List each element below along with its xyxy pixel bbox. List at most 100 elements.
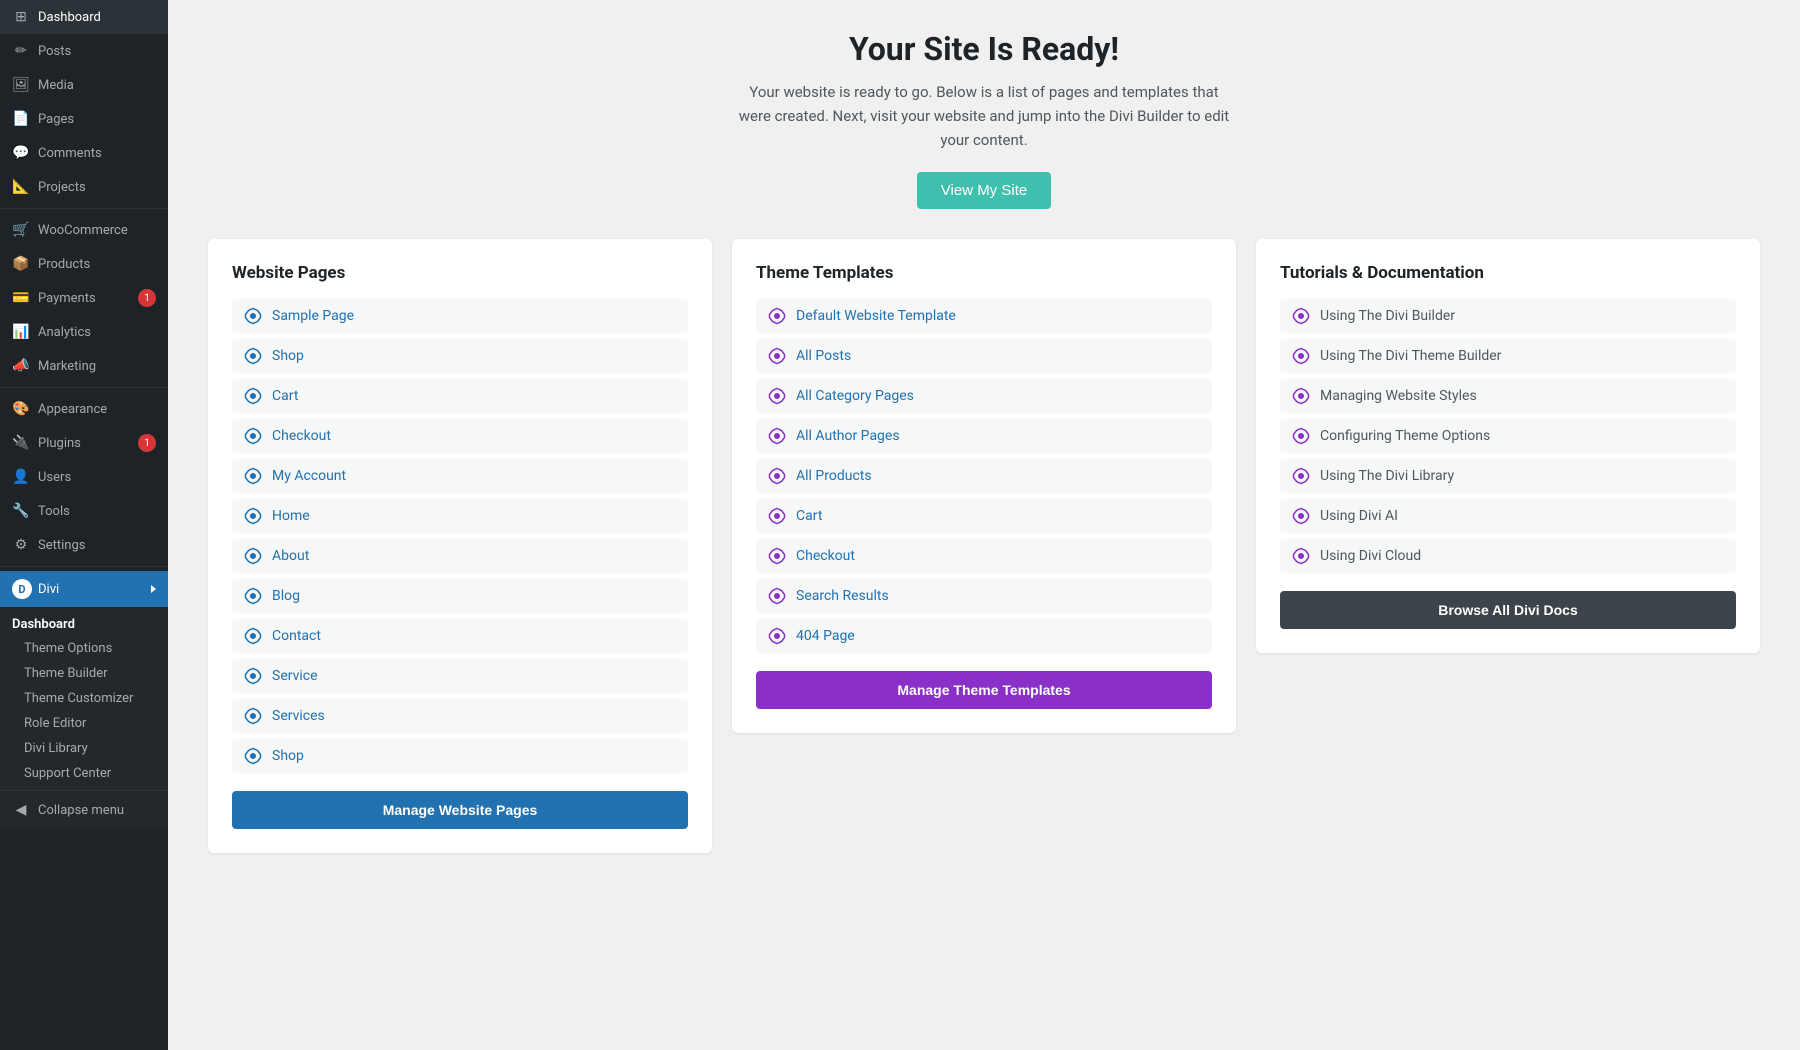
template-icon xyxy=(768,587,786,605)
sidebar-item-plugins[interactable]: 🔌 Plugins 1 xyxy=(0,426,168,460)
sidebar-subitem-theme-options[interactable]: Theme Options xyxy=(0,636,168,661)
website-page-item[interactable]: Home xyxy=(232,499,688,533)
template-icon xyxy=(768,627,786,645)
sidebar-item-payments[interactable]: 💳 Payments 1 xyxy=(0,281,168,315)
browse-docs-button[interactable]: Browse All Divi Docs xyxy=(1280,591,1736,629)
sidebar-item-media[interactable]: 🖼 Media xyxy=(0,68,168,102)
sidebar-item-marketing[interactable]: 📣 Marketing xyxy=(0,349,168,383)
sidebar-item-label: Posts xyxy=(38,44,71,59)
template-icon xyxy=(768,427,786,445)
settings-icon: ⚙ xyxy=(12,536,30,554)
tutorial-item[interactable]: Using Divi Cloud xyxy=(1280,539,1736,573)
sidebar-item-woocommerce[interactable]: 🛒 WooCommerce xyxy=(0,213,168,247)
marketing-icon: 📣 xyxy=(12,357,30,375)
sidebar-subitem-theme-customizer[interactable]: Theme Customizer xyxy=(0,686,168,711)
website-page-item[interactable]: My Account xyxy=(232,459,688,493)
sidebar-subitem-divi-library[interactable]: Divi Library xyxy=(0,736,168,761)
appearance-icon: 🎨 xyxy=(12,400,30,418)
tutorial-item[interactable]: Configuring Theme Options xyxy=(1280,419,1736,453)
website-page-item[interactable]: Services xyxy=(232,699,688,733)
theme-template-item[interactable]: All Products xyxy=(756,459,1212,493)
sidebar-subitem-theme-builder[interactable]: Theme Builder xyxy=(0,661,168,686)
tutorial-item[interactable]: Using The Divi Library xyxy=(1280,459,1736,493)
sidebar-item-users[interactable]: 👤 Users xyxy=(0,460,168,494)
sidebar-item-comments[interactable]: 💬 Comments xyxy=(0,136,168,170)
tutorial-icon xyxy=(1292,347,1310,365)
website-page-item[interactable]: Cart xyxy=(232,379,688,413)
divi-submenu-title: Dashboard xyxy=(0,611,168,636)
tutorial-item[interactable]: Using Divi AI xyxy=(1280,499,1736,533)
website-page-item[interactable]: Checkout xyxy=(232,419,688,453)
tutorial-icon xyxy=(1292,427,1310,445)
main-content: Your Site Is Ready! Your website is read… xyxy=(168,0,1800,1050)
tutorial-icon xyxy=(1292,387,1310,405)
tutorials-list: Using The Divi Builder Using The Divi Th… xyxy=(1280,299,1736,573)
page-icon xyxy=(244,707,262,725)
website-page-item[interactable]: Sample Page xyxy=(232,299,688,333)
sidebar-item-label: Appearance xyxy=(38,402,107,417)
website-page-item[interactable]: Shop xyxy=(232,739,688,773)
sidebar-divider-2 xyxy=(0,387,168,388)
page-icon xyxy=(244,667,262,685)
template-icon xyxy=(768,387,786,405)
divi-label: Divi xyxy=(38,582,59,597)
sidebar-item-pages[interactable]: 📄 Pages xyxy=(0,102,168,136)
sidebar-subitem-role-editor[interactable]: Role Editor xyxy=(0,711,168,736)
page-icon xyxy=(244,587,262,605)
sidebar-item-appearance[interactable]: 🎨 Appearance xyxy=(0,392,168,426)
page-icon xyxy=(244,747,262,765)
page-icon xyxy=(244,307,262,325)
sidebar-item-tools[interactable]: 🔧 Tools xyxy=(0,494,168,528)
theme-template-item[interactable]: Cart xyxy=(756,499,1212,533)
page-icon xyxy=(244,547,262,565)
website-page-item[interactable]: Contact xyxy=(232,619,688,653)
website-pages-title: Website Pages xyxy=(232,263,688,283)
sidebar-item-label: Marketing xyxy=(38,359,96,374)
tutorial-item[interactable]: Using The Divi Builder xyxy=(1280,299,1736,333)
sidebar-item-projects[interactable]: 📐 Projects xyxy=(0,170,168,204)
sidebar-item-dashboard[interactable]: ⊞ Dashboard xyxy=(0,0,168,34)
sidebar-item-settings[interactable]: ⚙ Settings xyxy=(0,528,168,562)
theme-template-item[interactable]: Checkout xyxy=(756,539,1212,573)
sidebar-subitem-support-center[interactable]: Support Center xyxy=(0,761,168,786)
website-page-item[interactable]: About xyxy=(232,539,688,573)
website-page-item[interactable]: Service xyxy=(232,659,688,693)
theme-templates-list: Default Website Template All Posts All C… xyxy=(756,299,1212,653)
sidebar: ⊞ Dashboard ✏ Posts 🖼 Media 📄 Pages 💬 Co… xyxy=(0,0,168,1050)
sidebar-item-label: Dashboard xyxy=(38,10,101,25)
sidebar-item-label: Pages xyxy=(38,112,74,127)
sidebar-collapse-menu[interactable]: ◀ Collapse menu xyxy=(0,795,168,825)
website-page-item[interactable]: Blog xyxy=(232,579,688,613)
sidebar-item-analytics[interactable]: 📊 Analytics xyxy=(0,315,168,349)
tutorial-item[interactable]: Managing Website Styles xyxy=(1280,379,1736,413)
page-icon xyxy=(244,467,262,485)
sidebar-item-products[interactable]: 📦 Products xyxy=(0,247,168,281)
collapse-label: Collapse menu xyxy=(38,803,124,818)
theme-template-item[interactable]: 404 Page xyxy=(756,619,1212,653)
theme-template-item[interactable]: Default Website Template xyxy=(756,299,1212,333)
sidebar-item-label: Comments xyxy=(38,146,102,161)
cards-row: Website Pages Sample Page Shop Cart Chec… xyxy=(208,239,1760,853)
media-icon: 🖼 xyxy=(12,76,30,94)
manage-website-pages-button[interactable]: Manage Website Pages xyxy=(232,791,688,829)
sidebar-item-posts[interactable]: ✏ Posts xyxy=(0,34,168,68)
manage-theme-templates-button[interactable]: Manage Theme Templates xyxy=(756,671,1212,709)
users-icon: 👤 xyxy=(12,468,30,486)
sidebar-item-divi[interactable]: D Divi xyxy=(0,571,168,607)
sidebar-item-label: Media xyxy=(38,78,74,93)
view-site-button[interactable]: View My Site xyxy=(917,172,1051,209)
tutorial-item[interactable]: Using The Divi Theme Builder xyxy=(1280,339,1736,373)
theme-template-item[interactable]: All Category Pages xyxy=(756,379,1212,413)
pages-icon: 📄 xyxy=(12,110,30,128)
submenu-divider xyxy=(0,790,168,791)
template-icon xyxy=(768,507,786,525)
products-icon: 📦 xyxy=(12,255,30,273)
payments-badge: 1 xyxy=(138,289,156,307)
template-icon xyxy=(768,347,786,365)
tutorials-title: Tutorials & Documentation xyxy=(1280,263,1736,283)
website-page-item[interactable]: Shop xyxy=(232,339,688,373)
theme-template-item[interactable]: Search Results xyxy=(756,579,1212,613)
theme-template-item[interactable]: All Posts xyxy=(756,339,1212,373)
theme-templates-title: Theme Templates xyxy=(756,263,1212,283)
theme-template-item[interactable]: All Author Pages xyxy=(756,419,1212,453)
